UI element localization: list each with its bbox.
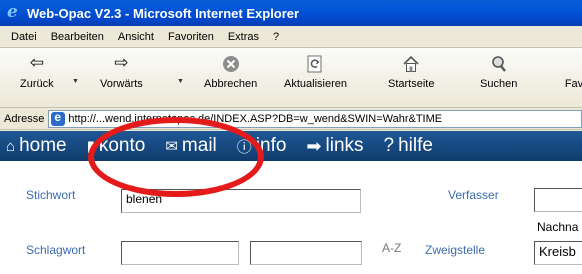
menu-extras[interactable]: Extras [221,31,266,43]
menu-help[interactable]: ? [266,31,286,43]
nav-home[interactable]: ⌂ home [6,135,67,157]
a-z-index-link[interactable]: A-Z [382,241,401,255]
forward-button[interactable]: ⇨ Vorwärts [100,53,143,91]
browser-toolbar: ⇦ Zurück ▼ ⇨ Vorwärts ▼ Abbrechen Aktual… [0,48,582,108]
address-bar: Adresse http://...wend.internetopac.de/I… [0,108,582,130]
nachname-label: Nachna [537,220,579,234]
back-arrow-icon: ⇦ [29,53,44,72]
schlagwort-input-2[interactable] [250,241,362,265]
verfasser-input[interactable] [534,188,582,212]
house-icon [400,54,422,74]
stop-icon [220,54,242,74]
question-icon: ? [383,135,395,156]
search-button[interactable]: Suchen [480,54,517,90]
menu-ansicht[interactable]: Ansicht [111,31,161,43]
menu-bearbeiten[interactable]: Bearbeiten [44,31,111,43]
nav-hilfe[interactable]: ? hilfe [384,135,433,157]
forward-arrow-icon: ⇨ [114,53,129,72]
house-icon: ⌂ [6,137,16,155]
back-button[interactable]: ⇦ Zurück [20,53,54,91]
refresh-icon [304,54,326,74]
window-title-bar: e Web-Opac V2.3 - Microsoft Internet Exp… [0,0,582,26]
stop-button[interactable]: Abbrechen [204,54,257,90]
zweigstelle-select[interactable]: Kreisb [534,241,582,265]
address-label: Adresse [4,112,45,125]
window-title: Web-Opac V2.3 - Microsoft Internet Explo… [27,5,300,21]
menu-datei[interactable]: Datei [4,31,44,43]
ie-logo-icon: e [7,2,18,22]
favorites-button[interactable]: Fav [563,54,582,90]
nav-links[interactable]: ➡ links [306,135,363,157]
arrow-right-icon: ➡ [306,135,322,156]
back-dropdown-icon[interactable]: ▼ [72,78,79,85]
search-icon [488,54,510,74]
verfasser-label: Verfasser [448,188,499,202]
forward-dropdown-icon[interactable]: ▼ [177,78,184,85]
schlagwort-label: Schlagwort [26,243,86,257]
annotation-red-circle [88,117,264,197]
menu-favoriten[interactable]: Favoriten [161,31,221,43]
zweigstelle-label: Zweigstelle [425,243,486,257]
address-url: http://...wend.internetopac.de/INDEX.ASP… [68,112,443,125]
schlagwort-input-1[interactable] [121,241,239,265]
opac-search-form: Stichwort blenen Verfasser Nachna Schlag… [0,161,582,274]
page-icon [51,111,66,126]
menu-bar: Datei Bearbeiten Ansicht Favoriten Extra… [0,26,582,48]
refresh-button[interactable]: Aktualisieren [284,54,347,90]
home-button[interactable]: Startseite [388,54,434,90]
stichwort-label: Stichwort [26,188,76,202]
